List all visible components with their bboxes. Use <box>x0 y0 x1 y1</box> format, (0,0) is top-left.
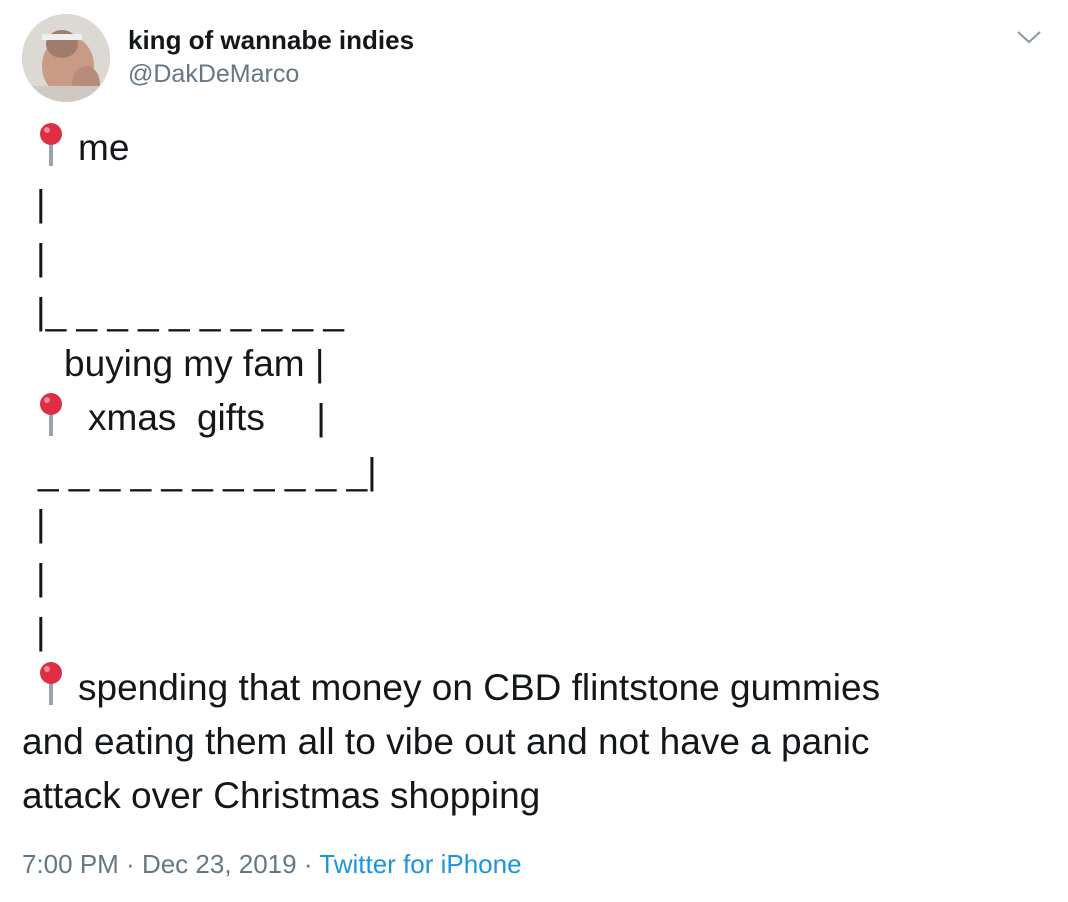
tweet-line: attack over Christmas shopping <box>22 775 541 816</box>
tweet-line: xmas gifts | <box>88 397 326 438</box>
tweet-meta: 7:00 PM · Dec 23, 2019 · Twitter for iPh… <box>22 846 522 882</box>
user-handle[interactable]: @DakDeMarco <box>128 58 299 90</box>
tweet-line: spending that money on CBD flintstone gu… <box>78 667 881 708</box>
tweet-line: | <box>36 237 46 278</box>
tweet-line: _ _ _ _ _ _ _ _ _ _ _| <box>38 451 377 492</box>
chevron-down-icon[interactable] <box>1014 26 1044 48</box>
meta-separator: · <box>118 849 142 879</box>
tweet-line: me <box>78 127 130 168</box>
display-name[interactable]: king of wannabe indies <box>128 24 414 56</box>
source-link[interactable]: Twitter for iPhone <box>319 849 521 879</box>
tweet-line: |_ _ _ _ _ _ _ _ _ _ <box>36 291 344 332</box>
meta-separator: · <box>296 849 320 879</box>
round-pushpin-icon <box>40 123 62 166</box>
avatar[interactable] <box>22 14 110 102</box>
avatar-image <box>22 14 110 102</box>
tweet-line: | <box>36 557 46 598</box>
tweet-time[interactable]: 7:00 PM <box>22 849 119 879</box>
round-pushpin-icon <box>40 393 62 436</box>
tweet-line: buying my fam | <box>64 343 325 384</box>
tweet-line: | <box>36 503 46 544</box>
tweet-line: and eating them all to vibe out and not … <box>22 721 870 762</box>
tweet-line: | <box>36 611 46 652</box>
tweet-date[interactable]: Dec 23, 2019 <box>142 849 297 879</box>
round-pushpin-icon <box>40 662 62 705</box>
tweet-line: | <box>36 183 46 224</box>
